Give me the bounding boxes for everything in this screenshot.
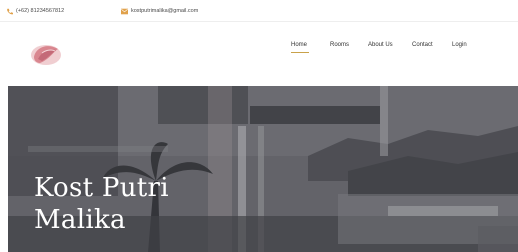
nav-home-link[interactable]: Home xyxy=(291,42,307,48)
brand-logo[interactable] xyxy=(28,39,64,69)
phone-icon xyxy=(7,8,13,14)
nav-rooms-link[interactable]: Rooms xyxy=(330,42,349,48)
hero-title-line-2: Malika xyxy=(34,205,126,235)
nav-about-us-link[interactable]: About Us xyxy=(368,42,393,48)
top-contact-bar: (+62) 81234567812 kostputrimalika@gmail.… xyxy=(0,0,518,22)
email-contact[interactable]: kostputrimalika@gmail.com xyxy=(121,6,198,16)
envelope-icon xyxy=(121,8,128,14)
hero-title-line-1: Kost Putri xyxy=(34,173,169,203)
nav-login-link[interactable]: Login xyxy=(452,42,467,48)
hero-banner: Kost Putri Malika xyxy=(8,86,518,252)
active-nav-indicator xyxy=(291,52,309,53)
nav-contact-link[interactable]: Contact xyxy=(412,42,433,48)
hero-title: Kost Putri Malika xyxy=(34,172,294,236)
phone-number: (+62) 81234567812 xyxy=(16,8,65,14)
main-navbar: Home Rooms About Us Contact Login xyxy=(0,22,518,84)
phone-contact[interactable]: (+62) 81234567812 xyxy=(6,6,64,16)
email-address: kostputrimalika@gmail.com xyxy=(131,8,199,14)
